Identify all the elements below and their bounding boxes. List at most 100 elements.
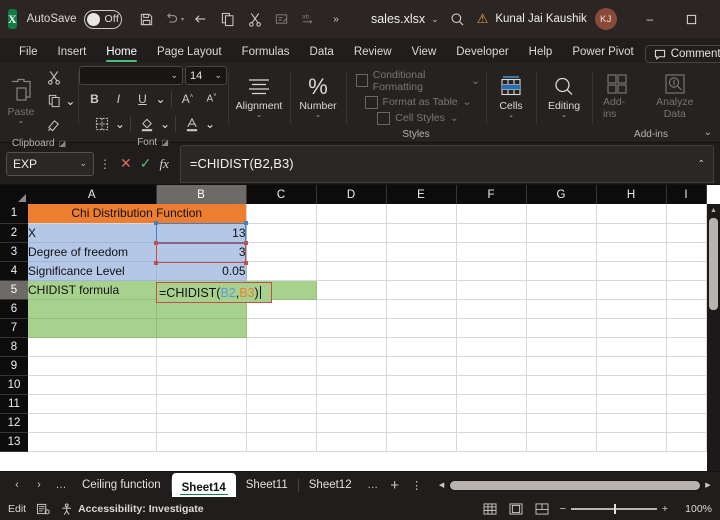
cell-B4[interactable]: 0.05	[156, 261, 247, 281]
scroll-left-icon[interactable]: ◀	[436, 481, 448, 489]
cell-C2[interactable]	[246, 223, 317, 243]
row-header-1[interactable]: 1	[0, 204, 28, 224]
cell-H3[interactable]	[596, 242, 667, 262]
row-header-9[interactable]: 9	[0, 356, 28, 376]
cut-icon[interactable]	[43, 66, 65, 88]
underline-button[interactable]: U	[131, 88, 153, 110]
save-icon[interactable]	[134, 6, 160, 32]
fill-color-icon[interactable]	[136, 113, 158, 135]
cell-G11[interactable]	[526, 394, 597, 414]
zoom-level-label[interactable]: 100%	[678, 503, 712, 515]
cell-C10[interactable]	[246, 375, 317, 395]
cell-B11[interactable]	[156, 394, 247, 414]
row-header-6[interactable]: 6	[0, 299, 28, 319]
row-header-2[interactable]: 2	[0, 223, 28, 243]
column-header-E[interactable]: E	[386, 185, 457, 204]
spelling-icon[interactable]: ab	[296, 6, 322, 32]
cell-C11[interactable]	[246, 394, 317, 414]
tab-formulas[interactable]: Formulas	[233, 43, 299, 63]
cell-F7[interactable]	[456, 318, 527, 338]
cell-F2[interactable]	[456, 223, 527, 243]
cell-H8[interactable]	[596, 337, 667, 357]
column-header-A[interactable]: A	[28, 185, 157, 204]
cell-F8[interactable]	[456, 337, 527, 357]
select-all-corner[interactable]	[0, 185, 28, 204]
cell-D9[interactable]	[316, 356, 387, 376]
format-painter-icon[interactable]	[43, 114, 65, 136]
spreadsheet-grid[interactable]: A B C D E F G H I 1 Chi Distribution Fun…	[0, 185, 720, 471]
cell-I13[interactable]	[666, 432, 707, 452]
row-header-3[interactable]: 3	[0, 242, 28, 262]
cell-E5[interactable]	[386, 280, 457, 300]
sheet-tab-sheet14[interactable]: Sheet14	[171, 473, 236, 497]
cell-A7[interactable]	[28, 318, 157, 338]
cell-H10[interactable]	[596, 375, 667, 395]
paste-button[interactable]: Paste ⌄	[3, 75, 40, 127]
tab-home[interactable]: Home	[97, 43, 146, 63]
cell-I7[interactable]	[666, 318, 707, 338]
cell-G2[interactable]	[526, 223, 597, 243]
cell-A5[interactable]: CHIDIST formula	[28, 280, 157, 300]
cell-D1[interactable]	[316, 204, 387, 224]
page-layout-view-icon[interactable]	[508, 502, 524, 516]
cell-F5[interactable]	[456, 280, 527, 300]
collapse-ribbon-icon[interactable]: ⌄	[704, 127, 712, 138]
undo-icon[interactable]: ▾	[161, 6, 187, 32]
cell-I8[interactable]	[666, 337, 707, 357]
horizontal-scrollbar-thumb[interactable]	[449, 480, 700, 490]
clipboard-dialog-launcher-icon[interactable]: ◪	[59, 136, 67, 151]
copy-icon[interactable]	[43, 90, 65, 112]
row-header-5[interactable]: 5	[0, 280, 28, 300]
cell-C1[interactable]	[246, 204, 317, 224]
name-box[interactable]: EXP ⌄	[6, 151, 94, 176]
cell-G13[interactable]	[526, 432, 597, 452]
row-header-12[interactable]: 12	[0, 413, 28, 433]
cell-E12[interactable]	[386, 413, 457, 433]
cell-F9[interactable]	[456, 356, 527, 376]
cell-D3[interactable]	[316, 242, 387, 262]
horizontal-scrollbar[interactable]: ◀ ▶	[436, 479, 714, 491]
cell-B5[interactable]	[156, 280, 247, 300]
cell-A8[interactable]	[28, 337, 157, 357]
cell-E2[interactable]	[386, 223, 457, 243]
analyze-data-button[interactable]: Analyze Data	[646, 71, 704, 122]
cell-F13[interactable]	[456, 432, 527, 452]
cell-E9[interactable]	[386, 356, 457, 376]
cells-button[interactable]: Cells ⌄	[493, 73, 529, 121]
sheet-tab-sheet12[interactable]: Sheet12	[299, 475, 362, 495]
column-header-C[interactable]: C	[246, 185, 317, 204]
cell-F12[interactable]	[456, 413, 527, 433]
font-dialog-launcher-icon[interactable]: ◪	[161, 135, 169, 150]
next-sheet-icon[interactable]: ›	[28, 474, 50, 496]
sheet-overflow-left-icon[interactable]: …	[50, 474, 72, 496]
maximize-button[interactable]	[671, 0, 713, 38]
underline-chevron-icon[interactable]: ⌄	[155, 92, 165, 106]
warning-icon[interactable]: ⚠	[477, 11, 489, 27]
increase-font-size-button[interactable]: A˄	[177, 88, 199, 110]
sheet-overflow-right-icon[interactable]: …	[362, 474, 384, 496]
cell-A9[interactable]	[28, 356, 157, 376]
conditional-formatting-button[interactable]: Conditional Formatting ⌄	[356, 69, 480, 93]
cell-A10[interactable]	[28, 375, 157, 395]
cell-G8[interactable]	[526, 337, 597, 357]
formula-bar-options-icon[interactable]: ⋮	[99, 157, 111, 171]
cell-H2[interactable]	[596, 223, 667, 243]
cell-B8[interactable]	[156, 337, 247, 357]
cell-H6[interactable]	[596, 299, 667, 319]
cell-C13[interactable]	[246, 432, 317, 452]
column-header-H[interactable]: H	[596, 185, 667, 204]
cell-D7[interactable]	[316, 318, 387, 338]
font-size-input[interactable]: 14 ⌄	[185, 66, 227, 85]
row-header-7[interactable]: 7	[0, 318, 28, 338]
cell-B12[interactable]	[156, 413, 247, 433]
cell-I9[interactable]	[666, 356, 707, 376]
scroll-up-icon[interactable]: ▲	[707, 204, 720, 217]
cell-E11[interactable]	[386, 394, 457, 414]
borders-icon[interactable]	[91, 113, 113, 135]
copy-icon[interactable]	[215, 6, 241, 32]
more-commands-icon[interactable]: »	[323, 6, 349, 32]
tab-help[interactable]: Help	[520, 43, 562, 63]
cell-E10[interactable]	[386, 375, 457, 395]
confirm-icon[interactable]: ✓	[140, 155, 152, 172]
cell-C7[interactable]	[246, 318, 317, 338]
